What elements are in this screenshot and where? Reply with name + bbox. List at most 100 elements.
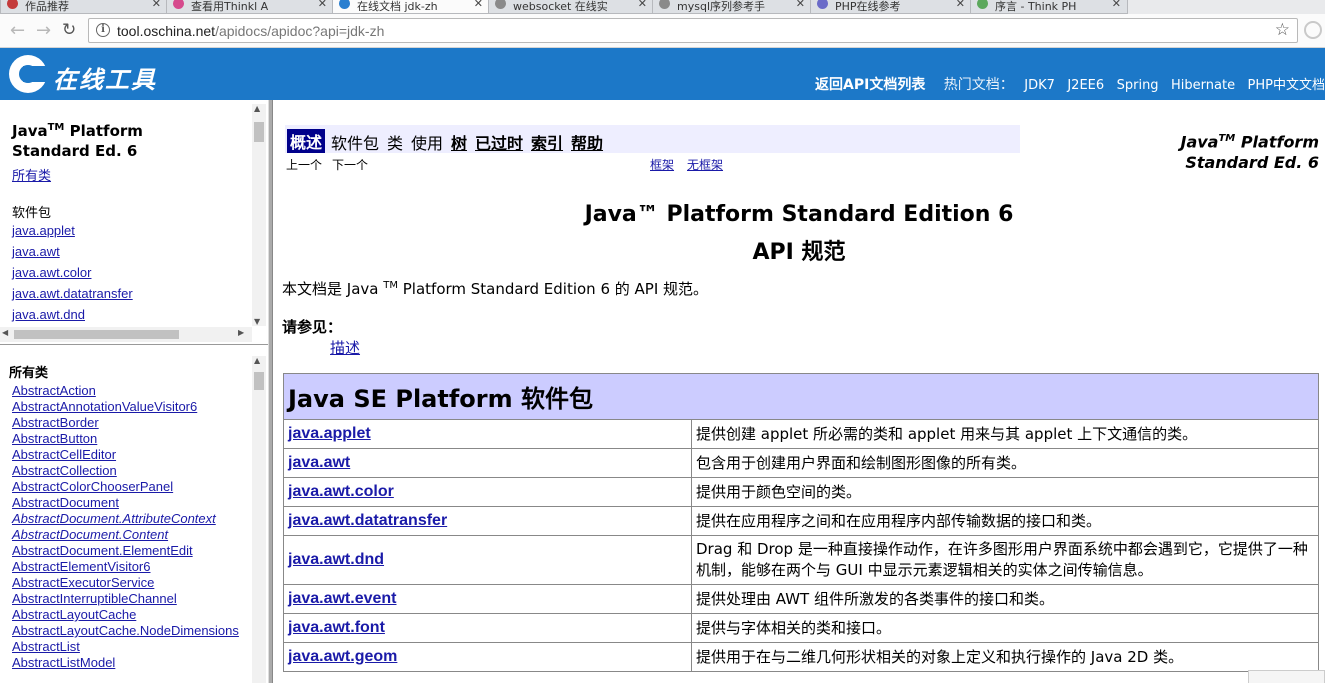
forward-arrow-icon[interactable]: → <box>36 20 51 41</box>
scroll-right-icon[interactable]: ▶ <box>238 328 244 337</box>
platform-title: JavaTM Platform Standard Ed. 6 <box>12 122 143 160</box>
scroll-left-icon[interactable]: ◀ <box>2 328 8 337</box>
package-frame-vertical-scrollbar[interactable]: ▲ ▼ <box>252 104 266 326</box>
hot-link-jdk7[interactable]: JDK7 <box>1024 78 1055 93</box>
package-link[interactable]: java.awt <box>288 454 350 471</box>
favicon-icon <box>817 0 828 9</box>
browser-tab[interactable]: 作品推荐 ✕ <box>0 0 168 14</box>
table-row: java.applet 提供创建 applet 所必需的类和 applet 用来与… <box>283 419 1319 449</box>
back-arrow-icon[interactable]: ← <box>10 20 25 41</box>
close-icon[interactable]: ✕ <box>474 0 483 10</box>
package-name-cell: java.awt.geom <box>283 642 692 672</box>
scroll-up-icon[interactable]: ▲ <box>254 104 260 113</box>
class-link[interactable]: AbstractAction <box>12 383 96 398</box>
package-link[interactable]: java.awt.color <box>288 483 394 500</box>
scroll-up-icon[interactable]: ▲ <box>254 356 260 365</box>
close-icon[interactable]: ✕ <box>152 0 161 10</box>
close-icon[interactable]: ✕ <box>796 0 805 10</box>
class-link[interactable]: AbstractColorChooserPanel <box>12 479 173 494</box>
hot-link-php[interactable]: PHP中文文档 <box>1248 78 1325 93</box>
site-header: 在线工具 返回API文档列表 热门文档： JDK7 J2EE6 Spring H… <box>0 48 1325 100</box>
package-name-cell: java.awt.dnd <box>283 535 692 585</box>
class-link[interactable]: AbstractDocument.ElementEdit <box>12 543 193 558</box>
info-icon[interactable]: i <box>96 23 110 37</box>
oschina-logo-icon[interactable] <box>9 55 49 93</box>
browser-tab-active[interactable]: 在线文档 jdk-zh ✕ <box>332 0 490 14</box>
class-link[interactable]: AbstractAnnotationValueVisitor6 <box>12 399 197 414</box>
scrollbar-thumb[interactable] <box>254 372 264 390</box>
class-link[interactable]: AbstractLayoutCache.NodeDimensions <box>12 623 239 638</box>
close-icon[interactable]: ✕ <box>318 0 327 10</box>
package-link[interactable]: java.awt <box>12 244 60 259</box>
hot-docs-label: 热门文档： <box>943 77 1014 93</box>
hot-link-j2ee6[interactable]: J2EE6 <box>1067 78 1104 93</box>
package-link[interactable]: java.awt.event <box>288 590 397 607</box>
package-link[interactable]: java.awt.color <box>12 265 91 280</box>
class-link[interactable]: AbstractDocument <box>12 495 119 510</box>
url-text[interactable]: tool.oschina.net/apidocs/apidoc?api=jdk-… <box>117 23 384 39</box>
scrollbar-thumb[interactable] <box>254 122 264 142</box>
scroll-down-icon[interactable]: ▼ <box>254 317 260 326</box>
favicon-icon <box>7 0 18 9</box>
browser-tab[interactable]: 查看用Thinkl A ✕ <box>166 0 334 14</box>
package-link[interactable]: java.applet <box>288 425 371 442</box>
table-row: java.awt.font 提供与字体相关的类和接口。 <box>283 613 1319 643</box>
nav-index-link[interactable]: 索引 <box>531 130 563 154</box>
package-link[interactable]: java.awt.dnd <box>288 551 384 568</box>
back-to-api-list-link[interactable]: 返回API文档列表 <box>815 77 925 93</box>
frames-link[interactable]: 框架 <box>650 156 674 173</box>
nav-use: 使用 <box>411 134 444 153</box>
no-frames-link[interactable]: 无框架 <box>687 156 723 173</box>
class-link[interactable]: AbstractButton <box>12 431 97 446</box>
favicon-icon <box>659 0 670 9</box>
nav-tree-link[interactable]: 树 <box>451 130 467 154</box>
class-link[interactable]: AbstractListModel <box>12 655 115 670</box>
class-link[interactable]: AbstractBorder <box>12 415 99 430</box>
bookmark-star-icon[interactable]: ☆ <box>1275 20 1290 40</box>
package-link[interactable]: java.awt.geom <box>288 648 397 665</box>
browser-tab-strip: 作品推荐 ✕ 查看用Thinkl A ✕ 在线文档 jdk-zh ✕ webso… <box>0 0 1325 14</box>
all-classes-heading: 所有类 <box>9 366 49 381</box>
address-bar[interactable]: i tool.oschina.net/apidocs/apidoc?api=jd… <box>88 18 1298 43</box>
class-link[interactable]: AbstractExecutorService <box>12 575 154 590</box>
class-link[interactable]: AbstractDocument.AttributeContext <box>12 511 216 526</box>
scrollbar-thumb[interactable] <box>14 330 179 339</box>
class-link[interactable]: AbstractDocument.Content <box>12 527 168 542</box>
close-icon[interactable]: ✕ <box>1112 0 1121 10</box>
hot-link-hibernate[interactable]: Hibernate <box>1171 78 1235 93</box>
browser-tab[interactable]: mysql序列参考手 ✕ <box>652 0 812 14</box>
class-link[interactable]: AbstractCellEditor <box>12 447 116 462</box>
reload-icon[interactable]: ↻ <box>62 20 76 40</box>
favicon-icon <box>495 0 506 9</box>
nav-deprecated-link[interactable]: 已过时 <box>475 130 523 154</box>
class-link[interactable]: AbstractLayoutCache <box>12 607 136 622</box>
package-link[interactable]: java.awt.datatransfer <box>288 512 447 529</box>
close-icon[interactable]: ✕ <box>956 0 965 10</box>
packages-label: 软件包 <box>12 206 52 221</box>
browser-tab[interactable]: PHP在线参考 ✕ <box>810 0 972 14</box>
class-list-frame: 所有类 AbstractAction AbstractAnnotationValu… <box>0 350 268 683</box>
browser-tab[interactable]: 序言 - Think PH ✕ <box>970 0 1128 14</box>
class-link[interactable]: AbstractElementVisitor6 <box>12 559 151 574</box>
package-name-cell: java.awt.color <box>283 477 692 507</box>
doc-nav-bar: 概述 软件包 类 使用 树 已过时 索引 帮助 <box>285 125 1020 153</box>
package-link[interactable]: java.applet <box>12 223 75 238</box>
package-link[interactable]: java.awt.font <box>288 619 385 636</box>
browser-toolbar: ← → ↻ i tool.oschina.net/apidocs/apidoc?… <box>0 14 1325 48</box>
class-link[interactable]: AbstractInterruptibleChannel <box>12 591 177 606</box>
extension-icon[interactable] <box>1304 21 1322 39</box>
class-link[interactable]: AbstractCollection <box>12 463 117 478</box>
class-link[interactable]: AbstractList <box>12 639 80 654</box>
hot-link-spring[interactable]: Spring <box>1117 78 1159 93</box>
site-logo-text[interactable]: 在线工具 <box>53 60 157 95</box>
package-frame-horizontal-scrollbar[interactable]: ◀ ▶ <box>0 327 252 342</box>
nav-help-link[interactable]: 帮助 <box>571 130 603 154</box>
description-link[interactable]: 描述 <box>330 337 360 358</box>
package-link[interactable]: java.awt.dnd <box>12 307 85 322</box>
browser-tab[interactable]: websocket 在线实 ✕ <box>488 0 654 14</box>
close-icon[interactable]: ✕ <box>638 0 647 10</box>
nav-class: 类 <box>387 134 404 153</box>
all-classes-link[interactable]: 所有类 <box>12 165 51 184</box>
class-frame-vertical-scrollbar[interactable]: ▲ <box>252 356 266 683</box>
package-link[interactable]: java.awt.datatransfer <box>12 286 133 301</box>
